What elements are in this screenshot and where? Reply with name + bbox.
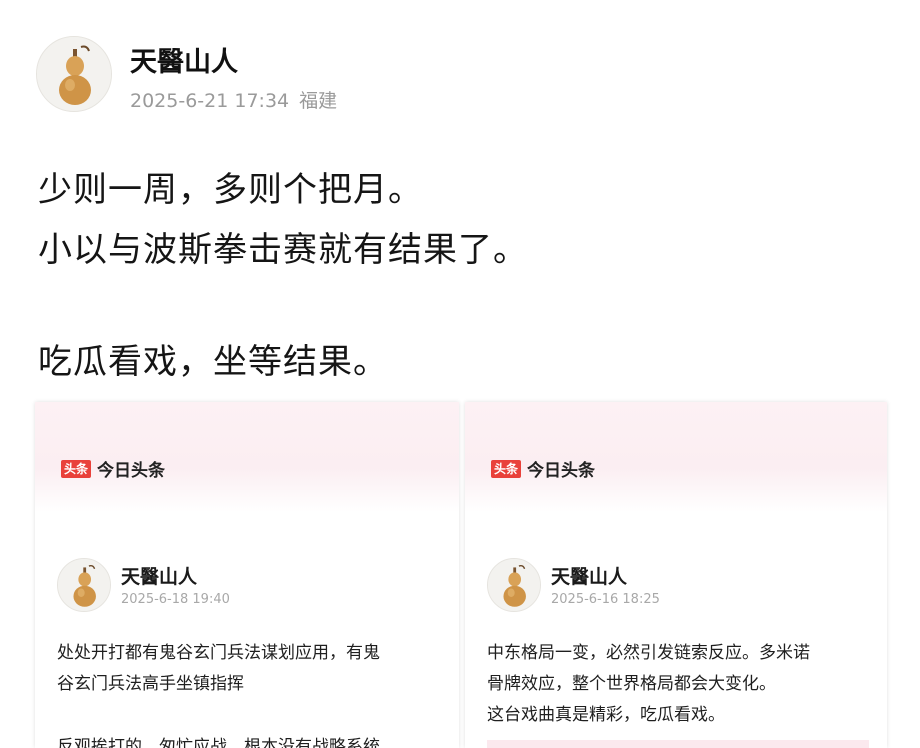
gourd-icon — [37, 37, 111, 111]
post-meta: 2025-6-21 17:34 福建 — [130, 86, 337, 113]
card-time: 2025-6-18 19:40 — [121, 592, 230, 607]
post-text-line: 小以与波斯拳击赛就有结果了。 — [38, 230, 528, 270]
card-author-avatar — [57, 558, 111, 612]
author-name[interactable]: 天醫山人 — [130, 40, 238, 79]
brand-name: 今日头条 — [97, 461, 166, 481]
card-author-name: 天醫山人 — [551, 566, 628, 588]
post-location: 福建 — [299, 90, 338, 112]
card-text-line: 骨牌效应，整个世界格局都会大变化。 — [487, 674, 776, 694]
post-text-line: 少则一周，多则个把月。 — [38, 170, 423, 210]
author-avatar[interactable] — [36, 36, 112, 112]
gourd-icon — [488, 559, 540, 611]
card-author-name: 天醫山人 — [121, 566, 198, 588]
screenshot-card[interactable]: 头条 今日头条 天醫山人 2025-6-18 19:40 处处开打都有鬼谷玄门兵… — [35, 402, 459, 748]
card-author-avatar — [487, 558, 541, 612]
screenshot-card[interactable]: 头条 今日头条 天醫山人 2025-6-16 18:25 中东格局一变，必然引发… — [465, 402, 887, 748]
post-text-line: 吃瓜看戏，坐等结果。 — [38, 342, 388, 382]
card-text-line: 中东格局一变，必然引发链索反应。多米诺 — [487, 643, 810, 663]
card-header: 头条 今日头条 — [35, 402, 459, 512]
card-text-line: 谷玄门兵法高手坐镇指挥 — [57, 674, 244, 694]
card-text-line: 这台戏曲真是精彩，吃瓜看戏。 — [487, 705, 725, 725]
toutiao-logo-icon: 头条 — [61, 459, 92, 478]
card-text-line: 处处开打都有鬼谷玄门兵法谋划应用，有鬼 — [57, 643, 380, 663]
gourd-icon — [58, 559, 110, 611]
card-text-line: 反观挨打的，匆忙应战，根本没有战略系统 — [57, 737, 380, 748]
card-quote-strip — [487, 740, 869, 748]
toutiao-brand: 头条 今日头条 — [491, 456, 595, 481]
toutiao-logo-icon: 头条 — [491, 459, 522, 478]
post-date: 2025-6-21 17:34 — [130, 90, 290, 112]
brand-name: 今日头条 — [527, 461, 596, 481]
card-header: 头条 今日头条 — [465, 402, 887, 512]
toutiao-brand: 头条 今日头条 — [61, 456, 165, 481]
card-time: 2025-6-16 18:25 — [551, 592, 660, 607]
